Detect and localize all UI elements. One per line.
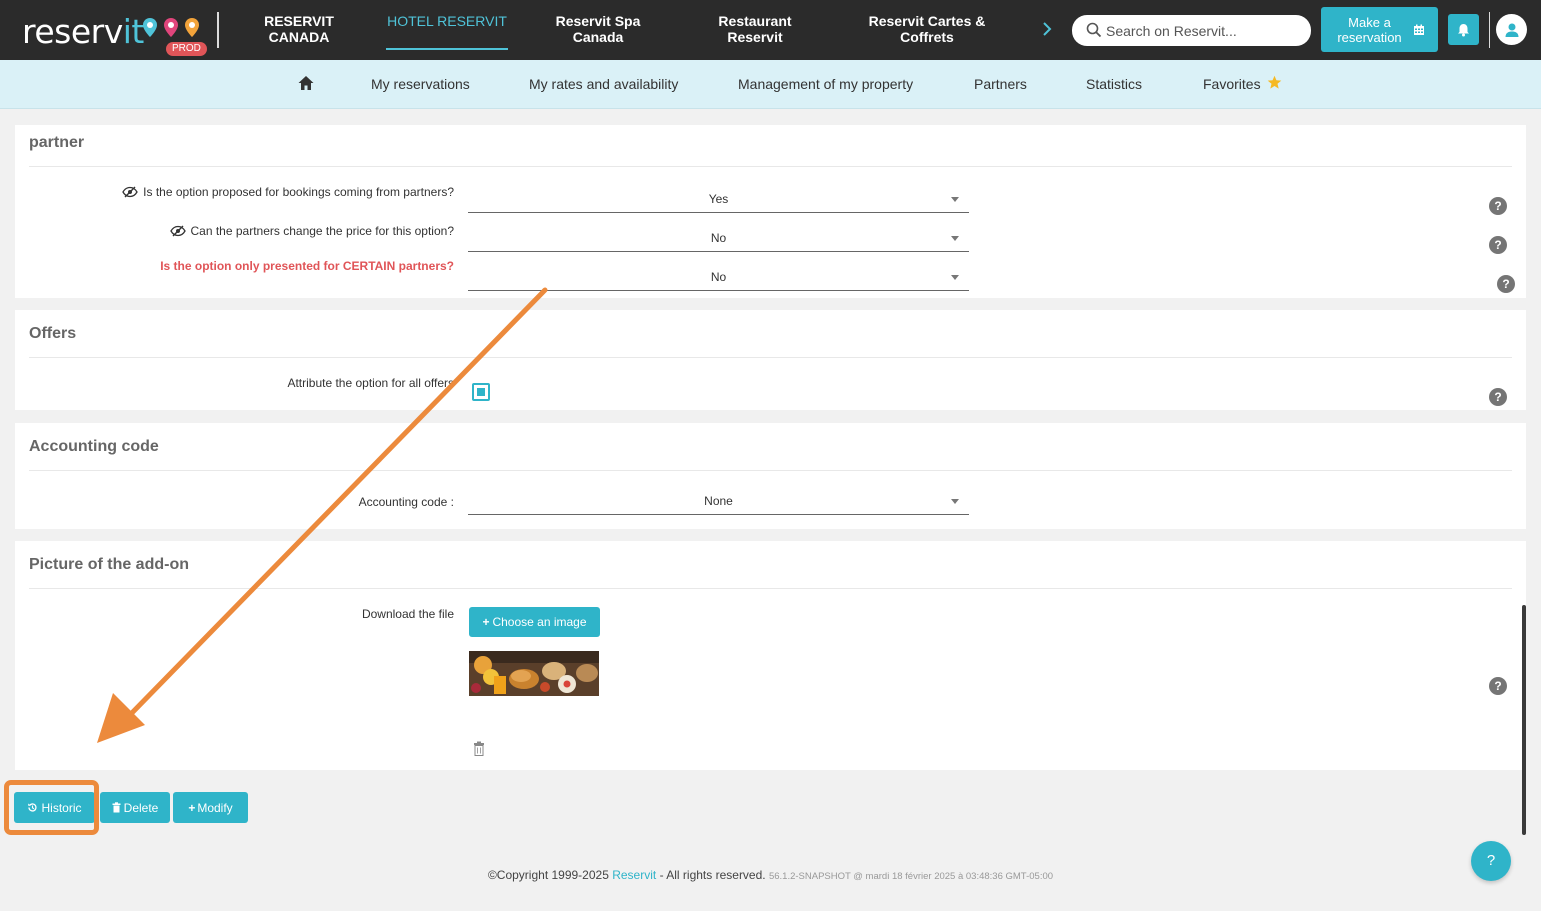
topnav-restaurant[interactable]: Restaurant Reservit [706,13,804,49]
accounting-panel: Accounting code Accounting code : None [15,423,1526,529]
trash-icon [112,802,121,813]
notifications-button[interactable] [1448,14,1479,45]
logo-wordmark: reservit [22,12,144,51]
env-badge: PROD [166,42,207,56]
topnav-cartes-coffrets[interactable]: Reservit Cartes & Coffrets [860,13,994,49]
plus-icon: + [482,615,490,629]
certain-partners-select[interactable]: No [468,265,969,291]
top-bar: reservit PROD RESERVIT CANADA HOTEL RESE… [0,0,1541,60]
section-title: Accounting code [29,438,159,455]
partner-panel: partner Is the option proposed for booki… [15,125,1526,298]
copyright-text: ©Copyright 1999-2025 [487,868,609,882]
addon-image-thumbnail[interactable] [469,651,599,696]
topnav-reservit-canada[interactable]: RESERVIT CANADA [250,13,348,49]
offers-panel: Offers Attribute the option for all offe… [15,310,1526,410]
help-icon[interactable]: ? [1489,677,1507,695]
delete-button[interactable]: Delete [100,792,170,823]
trash-icon[interactable] [473,741,485,756]
subnav-my-reservations[interactable]: My reservations [371,75,470,95]
partner-bookings-label: Is the option proposed for bookings comi… [122,185,454,199]
topnav-hotel-reservit[interactable]: HOTEL RESERVIT [386,13,508,50]
certain-partners-label: Is the option only presented for CERTAIN… [160,259,454,273]
section-title: Offers [29,325,77,342]
help-icon[interactable]: ? [1489,388,1507,406]
divider [29,357,1512,358]
partner-price-label: Can the partners change the price for th… [169,224,454,238]
search-box[interactable] [1072,15,1311,46]
all-offers-checkbox[interactable] [472,383,490,401]
secondary-nav: My reservations My rates and availabilit… [0,60,1541,109]
divider [1489,12,1490,48]
user-avatar[interactable] [1496,14,1527,45]
search-icon [1086,22,1102,38]
section-title: Picture of the add-on [29,556,189,573]
choose-image-button[interactable]: + Choose an image [469,607,600,637]
rights-text: - All rights reserved. [659,868,766,882]
download-file-label: Download the file [361,607,454,621]
partner-price-select[interactable]: No [468,226,969,252]
subnav-favorites-label: Favorites [1203,76,1261,92]
eye-slash-icon [122,186,138,198]
subnav-favorites[interactable]: Favorites [1203,75,1282,95]
all-offers-label: Attribute the option for all offers [287,376,454,390]
user-icon [1505,23,1518,37]
section-title: partner [29,134,85,151]
divider [29,588,1512,589]
star-icon [1267,75,1281,89]
help-icon[interactable]: ? [1497,275,1515,293]
home-icon[interactable] [297,74,315,92]
eye-slash-icon [169,225,186,237]
search-input[interactable] [1106,20,1301,41]
scrollbar-thumb[interactable] [1522,605,1526,835]
reservit-logo[interactable]: reservit PROD [22,8,212,58]
bell-icon [1458,23,1469,36]
divider [29,470,1512,471]
footer-brand-link[interactable]: Reservit [612,868,656,882]
plus-icon: + [188,800,196,815]
divider [217,12,219,48]
subnav-statistics[interactable]: Statistics [1086,75,1142,95]
divider [29,166,1512,167]
partner-bookings-select[interactable]: Yes [468,187,969,213]
subnav-rates-availability[interactable]: My rates and availability [529,75,678,95]
chevron-right-icon[interactable] [1040,20,1054,38]
accounting-code-label: Accounting code : [358,495,454,509]
calendar-icon [1413,24,1424,35]
annotation-highlight-box [4,780,99,835]
logo-pins-icon [143,18,199,37]
subnav-partners[interactable]: Partners [974,75,1027,95]
make-reservation-button[interactable]: Make a reservation [1321,7,1438,52]
accounting-code-select[interactable]: None [468,489,969,515]
version-text: 56.1.2-SNAPSHOT @ mardi 18 février 2025 … [768,871,1054,882]
help-icon[interactable]: ? [1489,236,1507,254]
floating-help-button[interactable]: ? [1471,841,1511,881]
picture-panel: Picture of the add-on Download the file … [15,541,1526,770]
subnav-property-management[interactable]: Management of my property [738,75,913,95]
topnav-spa-canada[interactable]: Reservit Spa Canada [545,13,651,49]
footer: ©Copyright 1999-2025 Reservit - All righ… [0,868,1541,882]
make-reservation-label: Make a reservation [1337,14,1402,45]
modify-button[interactable]: + Modify [173,792,248,823]
help-icon[interactable]: ? [1489,197,1507,215]
